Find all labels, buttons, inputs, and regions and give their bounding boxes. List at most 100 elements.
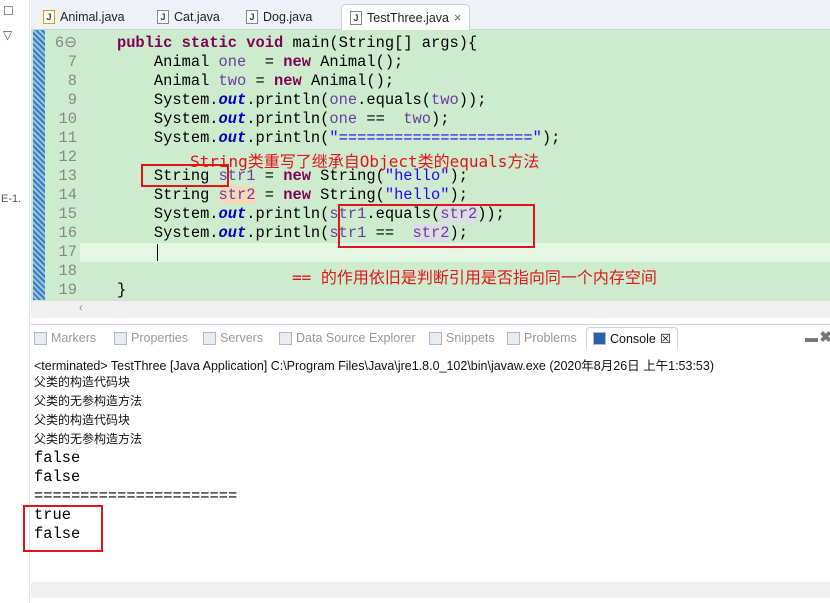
panel-tab-snippets[interactable]: Snippets [429, 331, 495, 345]
code-line[interactable]: System.out.println(one.equals(two)); [80, 91, 830, 110]
code-token: "hello" [384, 186, 450, 204]
code-token: String( [310, 186, 385, 204]
tab-label: Animal.java [60, 10, 125, 24]
panel-tab-console[interactable]: Console ☒ [586, 327, 679, 349]
code-token: public [116, 34, 173, 52]
code-token: "=====================" [329, 129, 542, 147]
tab-cat-java[interactable]: J Cat.java [149, 4, 228, 30]
java-file-icon: J [350, 10, 362, 25]
code-token: System. [80, 91, 219, 109]
panel-tab-label: Data Source Explorer [296, 331, 416, 345]
code-token: two [403, 110, 432, 128]
change-marker-bar [33, 30, 45, 300]
line-number: 18 [58, 262, 77, 280]
panel-tab-properties[interactable]: Properties [114, 331, 188, 345]
panel-tab-servers[interactable]: Servers [203, 331, 263, 345]
console-line: 父类的无参构造方法 [34, 394, 143, 408]
tab-testthree-java[interactable]: J TestThree.java × [341, 4, 471, 30]
code-token: Animal [80, 72, 219, 90]
close-panel-icon[interactable]: ✖ [819, 328, 830, 346]
code-token: Animal [80, 53, 219, 71]
properties-icon [114, 331, 127, 345]
tab-close-icon[interactable]: × [454, 11, 461, 25]
java-file-icon: J [43, 10, 55, 24]
code-token: two [218, 72, 247, 90]
text-cursor [157, 244, 158, 261]
code-token: .println( [246, 129, 330, 147]
data-source-explorer-icon [279, 331, 292, 345]
code-token: == [357, 110, 404, 128]
highlight-box-comparisons [338, 204, 535, 248]
code-token: .println( [246, 91, 330, 109]
panel-tab-problems[interactable]: Problems [507, 331, 577, 345]
code-line[interactable]: Animal one = new Animal(); [80, 53, 830, 72]
code-token: new [283, 53, 311, 71]
line-number: 14 [58, 186, 77, 204]
bottom-panel: Markers Properties Servers Data Source Expl… [31, 324, 830, 603]
code-token: static [181, 34, 238, 52]
restore-icon[interactable]: ☐ [3, 4, 14, 18]
code-line[interactable]: System.out.println("====================… [80, 129, 830, 148]
servers-icon [203, 331, 216, 345]
snippets-icon [429, 331, 442, 345]
panel-tab-markers[interactable]: Markers [34, 331, 96, 345]
minimize-icon[interactable]: ▬ [805, 330, 818, 345]
line-number: 8 [67, 72, 77, 90]
line-number: 16 [58, 224, 77, 242]
code-token: out [218, 224, 247, 242]
code-token: .equals( [357, 91, 431, 109]
console-icon [593, 332, 606, 345]
tab-dog-java[interactable]: J Dog.java [238, 4, 320, 30]
code-token: System. [80, 224, 219, 242]
code-token: out [218, 205, 247, 223]
console-horizontal-scrollbar[interactable] [31, 582, 830, 598]
code-token: .println( [246, 110, 330, 128]
console-close-icon[interactable]: ☒ [660, 331, 671, 346]
tab-label: Dog.java [263, 10, 313, 24]
code-token: Animal(); [310, 53, 404, 71]
code-line[interactable]: Animal two = new Animal(); [80, 72, 830, 91]
panel-tabs: Markers Properties Servers Data Source Expl… [31, 325, 830, 353]
code-line[interactable]: System.out.println(one == two); [80, 110, 830, 129]
code-token: new [273, 72, 302, 90]
highlight-box-output [23, 505, 103, 552]
code-token: one [329, 110, 358, 128]
tab-animal-java[interactable]: J Animal.java [35, 4, 133, 30]
code-token: .println( [246, 224, 330, 242]
view-menu-icon[interactable]: ▽ [3, 28, 12, 42]
panel-tab-label: Properties [131, 331, 188, 345]
code-token: two [431, 91, 459, 109]
console-line: 父类的无参构造方法 [34, 432, 143, 446]
line-numbers: 6⊖ 7 8 9 10 11 12 13 14 15 16 17 18 19 [45, 30, 77, 300]
code-token: = [246, 53, 284, 71]
panel-tab-label: Console [610, 331, 656, 346]
gutter-label: E-1. [1, 193, 22, 205]
code-token: .println( [246, 205, 330, 223]
code-token: ); [449, 186, 468, 204]
code-token: String [80, 186, 219, 204]
panel-tab-label: Snippets [446, 331, 495, 345]
code-token: main(String[] args){ [283, 34, 478, 52]
scroll-left-icon[interactable]: ‹ [79, 302, 83, 314]
code-token: Animal(); [301, 72, 395, 90]
code-token: out [218, 129, 247, 147]
panel-tab-data-source-explorer[interactable]: Data Source Explorer [279, 331, 416, 345]
code-token: one [218, 53, 247, 71]
panel-tab-label: Problems [524, 331, 577, 345]
line-number: 13 [58, 167, 77, 185]
markers-icon [34, 331, 47, 345]
code-token: out [218, 91, 247, 109]
tab-label: TestThree.java [367, 10, 449, 25]
editor-horizontal-scrollbar[interactable]: ‹ [31, 300, 830, 318]
console-line: false [34, 468, 81, 486]
code-token: System. [80, 110, 219, 128]
reference-annotation: == 的作用依旧是判断引用是否指向同一个内存空间 [292, 268, 657, 287]
code-line[interactable]: String str2 = new String("hello"); [80, 186, 830, 205]
java-file-icon: J [246, 10, 258, 24]
line-number: 9 [67, 91, 77, 109]
code-line[interactable]: public static void main(String[] args){ [80, 34, 830, 53]
line-number: 10 [58, 110, 77, 128]
line-number: 6⊖ [54, 34, 77, 52]
